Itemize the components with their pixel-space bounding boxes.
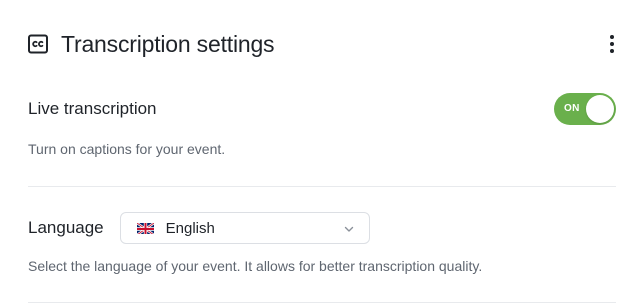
- more-vertical-icon: [610, 35, 614, 39]
- language-row: Language English: [28, 212, 370, 244]
- language-select[interactable]: English: [119, 212, 370, 244]
- transcription-settings-panel: Transcription settings Live transcriptio…: [0, 0, 640, 305]
- language-label: Language: [28, 218, 104, 237]
- more-vertical-icon-dot: [610, 42, 614, 46]
- section-divider-bottom: [28, 302, 616, 303]
- live-transcription-row: Live transcription ON: [28, 92, 616, 126]
- toggle-state-label: ON: [564, 103, 580, 114]
- chevron-down-icon: [343, 222, 355, 234]
- more-options-button[interactable]: [602, 30, 622, 58]
- page-title: Transcription settings: [61, 30, 275, 57]
- section-divider: [28, 186, 616, 187]
- toggle-knob: [586, 95, 614, 123]
- live-transcription-label: Live transcription: [28, 99, 157, 118]
- language-description: Select the language of your event. It al…: [28, 258, 483, 274]
- panel-header: Transcription settings: [28, 28, 614, 60]
- more-vertical-icon-dot: [610, 49, 614, 53]
- language-select-value: English: [165, 219, 215, 237]
- live-transcription-toggle[interactable]: ON: [554, 93, 616, 125]
- closed-captions-icon: [28, 34, 48, 54]
- live-transcription-description: Turn on captions for your event.: [28, 141, 226, 157]
- uk-flag-icon: [136, 222, 154, 234]
